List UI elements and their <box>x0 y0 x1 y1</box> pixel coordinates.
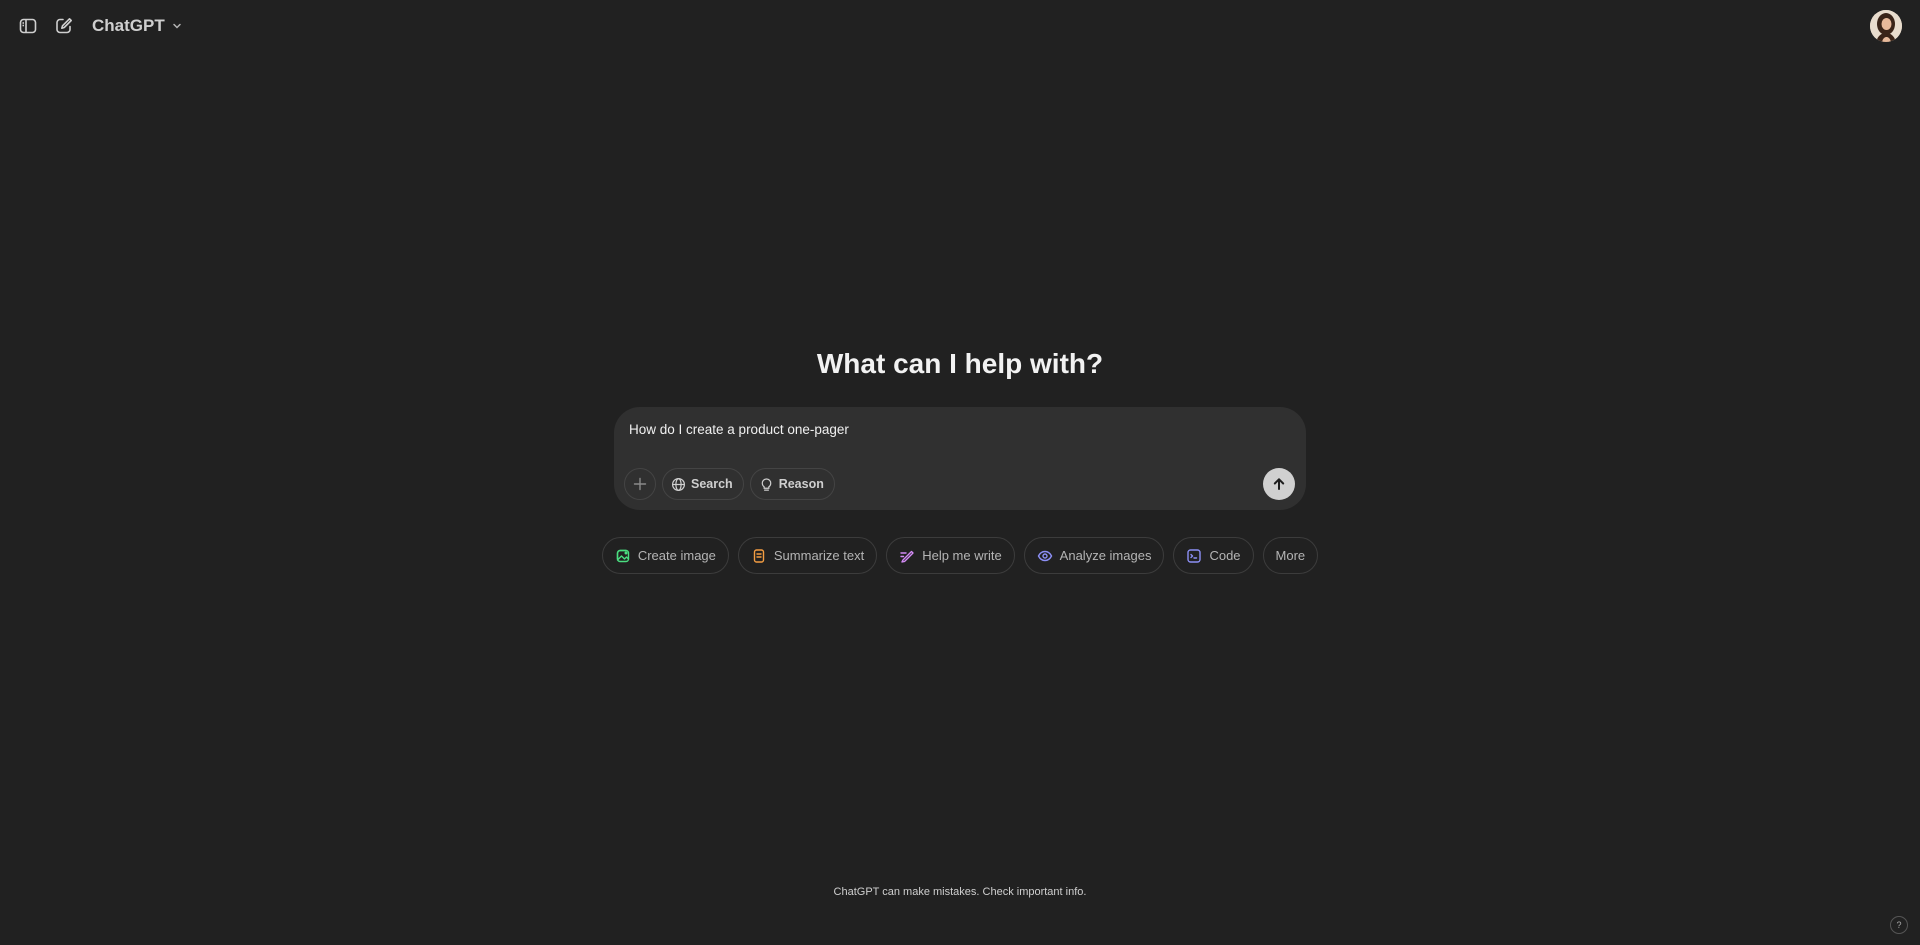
sidebar-toggle-button[interactable] <box>10 8 46 44</box>
page-title: What can I help with? <box>816 348 1104 379</box>
help-button[interactable]: ? <box>1890 916 1908 934</box>
summarize-text-chip[interactable]: Summarize text <box>737 537 878 574</box>
attach-button[interactable] <box>624 468 656 500</box>
sidebar-icon <box>19 18 37 34</box>
composer-toolbar: Search Reason <box>624 468 835 500</box>
code-chip[interactable]: Code <box>1173 537 1254 574</box>
top-bar: ChatGPT <box>0 0 1920 52</box>
create-image-label: Create image <box>637 548 716 563</box>
help-me-write-chip[interactable]: Help me write <box>886 537 1015 574</box>
search-tool-button[interactable]: Search <box>662 468 744 500</box>
new-chat-button[interactable] <box>46 8 82 44</box>
code-icon <box>1187 548 1202 563</box>
model-name: ChatGPT <box>92 16 165 35</box>
help-me-write-label: Help me write <box>922 548 1002 563</box>
analyze-images-label: Analyze images <box>1059 548 1152 563</box>
more-chip[interactable]: More <box>1262 537 1319 574</box>
create-image-chip[interactable]: Create image <box>601 537 729 574</box>
arrow-up-icon <box>1273 478 1285 490</box>
prompt-input[interactable]: How do I create a product one-pager <box>629 422 849 437</box>
compose-icon <box>56 18 72 34</box>
chevron-down-icon <box>172 23 181 29</box>
image-icon <box>616 549 630 562</box>
document-icon <box>753 548 765 563</box>
pen-icon <box>900 550 914 563</box>
more-label: More <box>1275 548 1306 563</box>
avatar[interactable] <box>1870 10 1902 42</box>
globe-icon <box>671 477 686 491</box>
model-selector[interactable]: ChatGPT <box>84 10 191 42</box>
plus-icon <box>633 477 647 491</box>
eye-icon <box>1037 550 1052 561</box>
chat-composer: How do I create a product one-pager Sear… <box>614 407 1306 510</box>
suggestion-chips: Create image Summarize text Help me writ… <box>0 537 1920 574</box>
summarize-text-label: Summarize text <box>773 548 865 563</box>
search-tool-label: Search <box>691 477 733 491</box>
code-label: Code <box>1209 548 1241 563</box>
reason-tool-button[interactable]: Reason <box>749 468 835 500</box>
reason-tool-label: Reason <box>778 477 824 491</box>
analyze-images-chip[interactable]: Analyze images <box>1023 537 1165 574</box>
lightbulb-icon <box>761 477 772 491</box>
send-button[interactable] <box>1263 468 1295 500</box>
profile-photo-icon <box>1870 10 1902 42</box>
disclaimer: ChatGPT can make mistakes. Check importa… <box>833 886 1087 898</box>
